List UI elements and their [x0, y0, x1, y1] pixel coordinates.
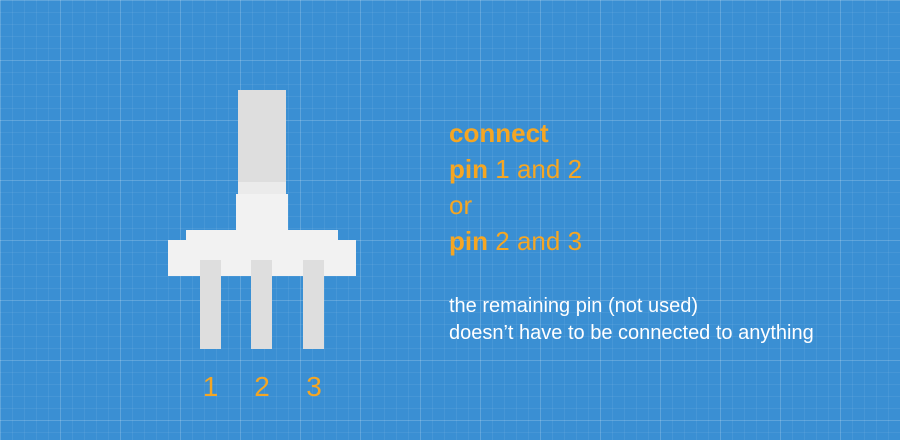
pin-1	[200, 260, 221, 349]
option-2-joiner: and	[516, 226, 561, 256]
option-1-second-pin: 2	[567, 154, 583, 184]
instruction-option-2: pin 2 and 3	[449, 223, 582, 259]
pin-label-2: 2	[254, 371, 270, 402]
pin-3	[303, 260, 324, 349]
pin-label-3: 3	[306, 371, 322, 402]
pin-label-1: 1	[203, 371, 219, 402]
option-2-pin-word: pin	[449, 226, 488, 256]
option-1-first-pin: 1	[495, 154, 510, 184]
connection-instructions: connect pin 1 and 2 or pin 2 and 3	[449, 115, 582, 259]
option-2-first-pin: 2	[495, 226, 510, 256]
instruction-option-1: pin 1 and 2	[449, 151, 582, 187]
option-1-pin-word: pin	[449, 154, 488, 184]
potentiometer-shaft	[238, 90, 286, 182]
option-1-joiner: and	[516, 154, 561, 184]
instruction-heading: connect	[449, 118, 549, 148]
pin-2	[251, 260, 272, 349]
unused-pin-note: the remaining pin (not used) doesn’t hav…	[449, 293, 814, 347]
note-line-2: doesn’t have to be connected to anything	[449, 322, 814, 344]
note-line-1: the remaining pin (not used)	[449, 295, 699, 317]
instruction-or: or	[449, 190, 473, 220]
potentiometer-collar	[238, 182, 286, 194]
option-2-second-pin: 3	[567, 226, 583, 256]
